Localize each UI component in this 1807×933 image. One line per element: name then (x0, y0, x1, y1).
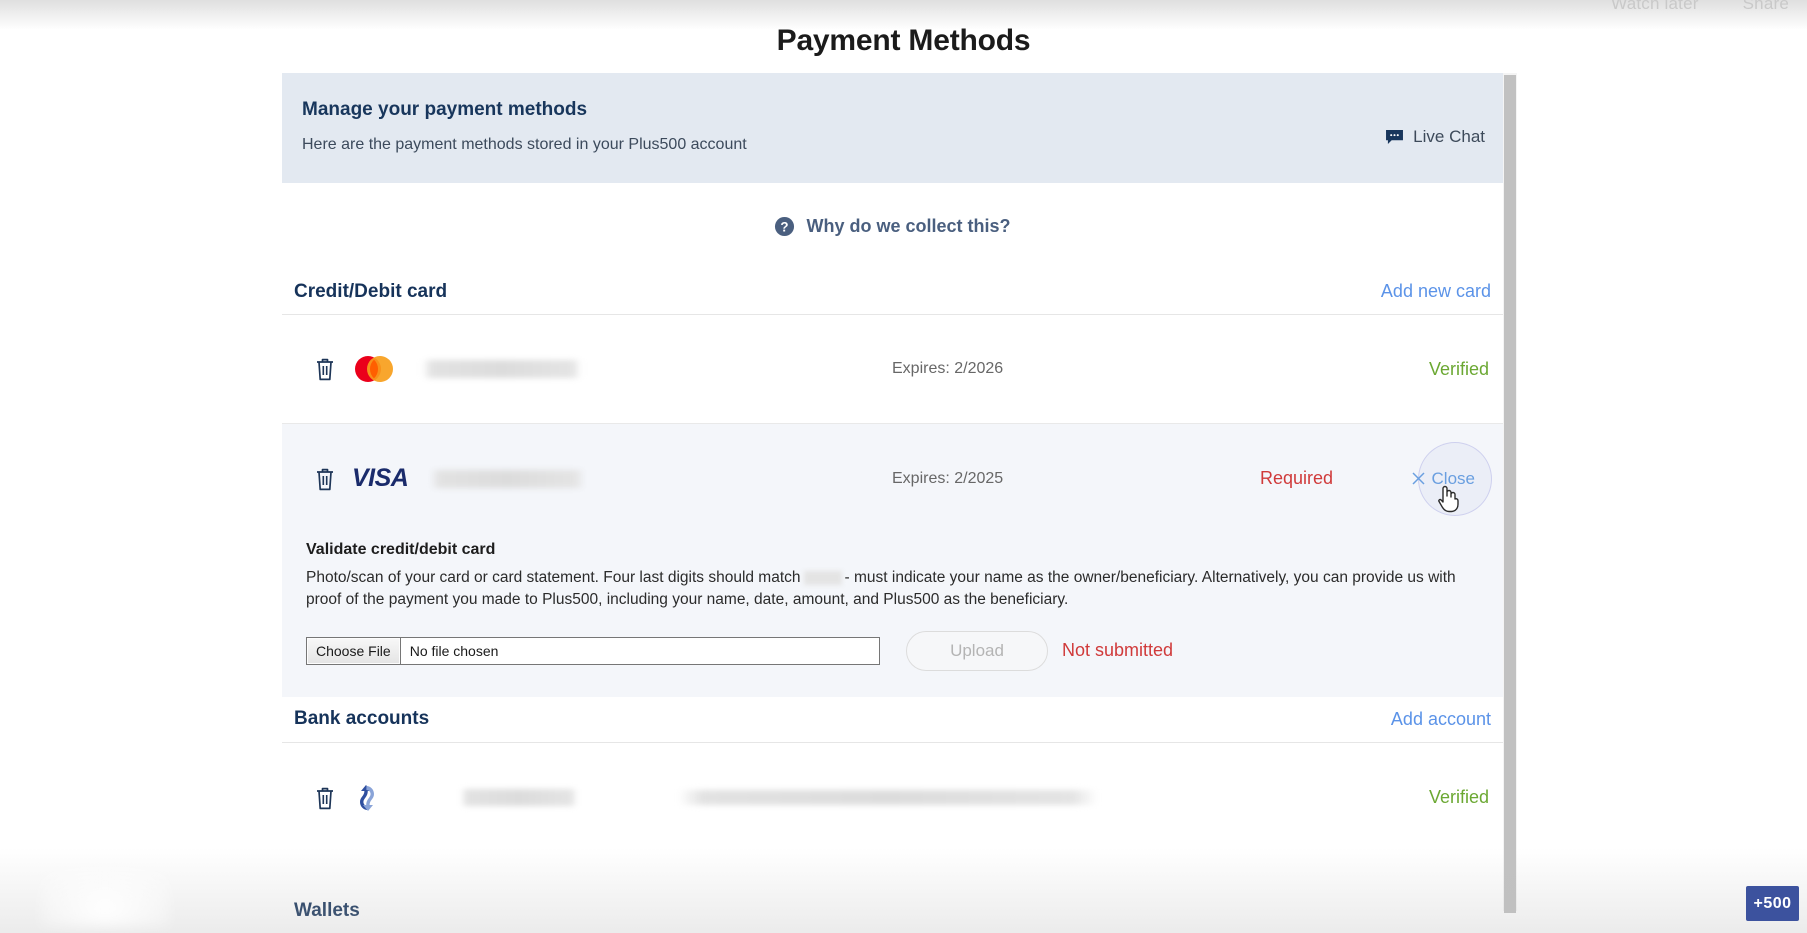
card-expiry: Expires: 2/2026 (892, 360, 1004, 377)
mastercard-circles-icon (355, 356, 393, 382)
trash-icon[interactable] (314, 466, 336, 492)
upload-controls: Choose File No file chosen Upload Not su… (306, 630, 1491, 671)
live-chat-button[interactable]: Live Chat (1385, 127, 1485, 147)
section-header-bank: Bank accounts Add account (282, 697, 1503, 743)
visa-wordmark: VISA (352, 464, 409, 492)
bank-logo (352, 782, 412, 814)
section-title-wallets: Wallets (294, 900, 360, 922)
bank-transfer-icon (360, 784, 374, 811)
why-collect-row: ? Why do we collect this? (282, 183, 1503, 269)
video-top-controls: Watch later Share (1611, 0, 1789, 14)
choose-file-button[interactable]: Choose File (307, 637, 401, 664)
watch-later-label[interactable]: Watch later (1611, 0, 1699, 14)
section-header-wallets: Wallets (282, 889, 1503, 933)
manage-banner: Manage your payment methods Here are the… (282, 73, 1503, 183)
payment-methods-panel: Manage your payment methods Here are the… (282, 73, 1503, 933)
mastercard-logo (352, 355, 412, 383)
close-validation-button[interactable]: Close (1402, 463, 1485, 495)
chat-bubble-icon (1386, 129, 1404, 145)
close-x-icon (1412, 472, 1425, 485)
trash-icon[interactable] (314, 356, 336, 382)
bank-account-number-masked (678, 790, 1098, 806)
close-button-label: Close (1431, 468, 1475, 488)
screenshot-viewport: Watch later Share Payment Methods Manage… (0, 0, 1807, 933)
card-row-visa: VISA Expires: 2/2025 Required Close (282, 424, 1503, 533)
submit-status-label: Not submitted (1062, 640, 1174, 661)
bank-name-masked (460, 789, 578, 807)
add-new-card-link[interactable]: Add new card (1381, 281, 1491, 302)
video-bottom-blur (40, 867, 170, 927)
question-mark-circle-icon: ? (775, 216, 795, 236)
file-input[interactable]: Choose File No file chosen (306, 636, 880, 665)
card-status-badge: Required (1259, 468, 1333, 488)
visa-logo: VISA (352, 464, 412, 493)
section-title-bank: Bank accounts (294, 708, 430, 730)
share-label[interactable]: Share (1743, 0, 1789, 14)
validate-description: Photo/scan of your card or card statemen… (306, 567, 1479, 612)
plus500-badge[interactable]: +500 (1746, 886, 1799, 921)
upload-button[interactable]: Upload (906, 630, 1048, 671)
card-row-mastercard: Expires: 2/2026 Verified (282, 315, 1503, 424)
card-expiry: Expires: 2/2025 (892, 469, 1004, 487)
section-title-cards: Credit/Debit card (294, 280, 448, 302)
add-account-link[interactable]: Add account (1391, 709, 1491, 730)
bank-account-row: Verified (282, 743, 1503, 853)
card-status-badge: Verified (1428, 358, 1489, 379)
trash-icon[interactable] (314, 785, 336, 811)
card-number-masked (430, 469, 585, 488)
validate-description-part1: Photo/scan of your card or card statemen… (306, 569, 801, 586)
svg-text:?: ? (781, 219, 789, 234)
card-number-masked (422, 360, 582, 378)
banner-subtitle: Here are the payment methods stored in y… (302, 136, 747, 153)
validate-title: Validate credit/debit card (306, 541, 496, 558)
masked-last-digits (803, 570, 842, 585)
live-chat-label: Live Chat (1413, 127, 1485, 146)
file-name-label: No file chosen (409, 642, 499, 659)
validate-card-panel: Validate credit/debit card Photo/scan of… (282, 533, 1503, 697)
scrollbar-thumb[interactable] (1504, 75, 1516, 913)
page-title: Payment Methods (776, 24, 1031, 57)
section-header-cards: Credit/Debit card Add new card (282, 269, 1503, 315)
bank-status-badge: Verified (1428, 787, 1489, 808)
why-collect-link[interactable]: Why do we collect this? (806, 216, 1010, 237)
banner-title: Manage your payment methods (302, 99, 588, 120)
